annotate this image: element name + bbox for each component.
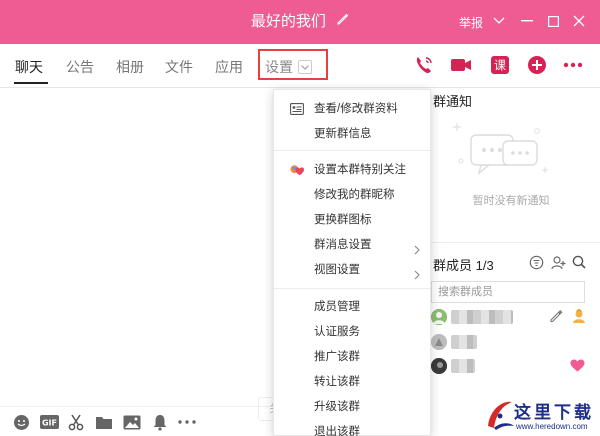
add-member-icon[interactable] — [549, 253, 567, 271]
menu-item-label: 修改我的群昵称 — [314, 189, 395, 201]
member-row[interactable] — [431, 308, 591, 331]
member-search-input[interactable]: 搜索群成员 — [431, 281, 585, 303]
scissors-icon[interactable] — [66, 412, 86, 432]
member-filter-icon[interactable] — [527, 253, 545, 271]
menu-item-quit-group[interactable]: 退出该群 — [274, 420, 430, 436]
tab-apps[interactable]: 应用 — [215, 57, 243, 77]
section-divider — [421, 242, 600, 243]
empty-notice-illustration — [447, 119, 557, 190]
tab-bar: 聊天 公告 相册 文件 应用 设置 课 — [0, 44, 600, 88]
watermark-url: www.heredown.com — [516, 422, 588, 431]
report-button[interactable]: 举报 — [459, 14, 483, 31]
avatar — [431, 358, 447, 374]
settings-menu: 查看/修改群资料 更新群信息 设置本群特别关注 修改我的群昵称 更换群图标 群消… — [273, 89, 431, 436]
edit-pencil-icon[interactable] — [336, 0, 349, 44]
tab-chat[interactable]: 聊天 — [15, 57, 43, 77]
bell-icon[interactable] — [150, 412, 170, 432]
menu-item-transfer-group[interactable]: 转让该群 — [274, 370, 430, 394]
menu-item-label: 更新群信息 — [314, 128, 372, 140]
menu-item-label: 成员管理 — [314, 301, 360, 313]
group-name: 最好的我们 — [250, 13, 326, 30]
menu-item-change-group-icon[interactable]: 更换群图标 — [274, 208, 430, 232]
menu-item-label: 查看/修改群资料 — [314, 103, 398, 115]
menu-item-upgrade-group[interactable]: 升级该群 — [274, 395, 430, 419]
search-icon[interactable] — [570, 253, 588, 271]
tab-announcement[interactable]: 公告 — [66, 57, 94, 77]
tab-album[interactable]: 相册 — [116, 57, 144, 77]
menu-item-certification[interactable]: 认证服务 — [274, 320, 430, 344]
menu-item-label: 升级该群 — [314, 401, 360, 413]
notice-title: 群通知 — [433, 94, 473, 109]
minimize-icon[interactable] — [516, 10, 538, 32]
menu-item-label: 推广该群 — [314, 351, 360, 363]
add-icon[interactable] — [524, 52, 550, 78]
member-name-blurred — [451, 359, 475, 373]
phone-call-icon[interactable] — [411, 52, 437, 78]
watermark-logo: 这里下载 www.heredown.com — [480, 392, 600, 436]
folder-icon[interactable] — [94, 412, 114, 432]
menu-item-special-care[interactable]: 设置本群特别关注 — [274, 158, 430, 182]
menu-item-view-edit-group-info[interactable]: 查看/修改群资料 — [274, 97, 430, 121]
member-name-blurred — [451, 335, 477, 349]
menu-item-edit-my-nickname[interactable]: 修改我的群昵称 — [274, 183, 430, 207]
video-call-icon[interactable] — [448, 52, 474, 78]
tab-settings-label: 设置 — [265, 59, 293, 75]
menu-item-label: 设置本群特别关注 — [314, 164, 406, 176]
tab-files[interactable]: 文件 — [165, 57, 193, 77]
svg-text:GIF: GIF — [41, 419, 56, 428]
emoji-icon[interactable] — [11, 412, 31, 432]
profile-card-icon — [290, 102, 304, 116]
menu-item-label: 退出该群 — [314, 426, 360, 436]
menu-item-promote-group[interactable]: 推广该群 — [274, 345, 430, 369]
avatar — [431, 309, 447, 325]
title-bar: 最好的我们 举报 — [0, 0, 600, 44]
menu-item-message-settings[interactable]: 群消息设置 — [274, 233, 430, 257]
owner-badge-icon — [571, 308, 587, 329]
gif-icon[interactable]: GIF — [39, 412, 59, 432]
menu-divider — [274, 288, 430, 289]
menu-divider — [274, 150, 430, 151]
watermark-emblem-icon — [488, 401, 514, 430]
window-title: 最好的我们 — [0, 0, 600, 44]
active-tab-underline — [14, 82, 48, 84]
member-name-blurred — [451, 310, 513, 324]
menu-item-view-settings[interactable]: 视图设置 — [274, 258, 430, 282]
chevron-down-icon — [298, 60, 312, 74]
maximize-icon[interactable] — [542, 10, 564, 32]
member-row[interactable] — [431, 334, 591, 356]
members-title: 群成员 1/3 — [433, 258, 494, 273]
menu-item-refresh-group-info[interactable]: 更新群信息 — [274, 122, 430, 146]
more-icon[interactable] — [177, 412, 197, 432]
menu-item-label: 视图设置 — [314, 264, 360, 276]
close-icon[interactable] — [568, 10, 590, 32]
chevron-right-icon — [414, 265, 420, 289]
member-row[interactable] — [431, 358, 591, 380]
menu-item-member-management[interactable]: 成员管理 — [274, 295, 430, 319]
menu-item-label: 群消息设置 — [314, 239, 372, 251]
avatar — [431, 334, 447, 350]
image-icon[interactable] — [122, 412, 142, 432]
chevron-down-icon[interactable] — [488, 10, 510, 32]
menu-item-label: 认证服务 — [314, 326, 360, 338]
heart-icon[interactable] — [570, 359, 585, 377]
notice-empty-text: 暂时没有新通知 — [472, 195, 550, 207]
lesson-icon[interactable]: 课 — [487, 52, 513, 78]
menu-item-label: 更换群图标 — [314, 214, 372, 226]
right-panel: 群通知 暂时没有新通知 群成员 1/3 搜索群成员 — [420, 89, 600, 436]
menu-item-label: 转让该群 — [314, 376, 360, 388]
special-care-icon — [290, 163, 304, 177]
svg-text:课: 课 — [494, 59, 506, 73]
more-icon[interactable] — [560, 52, 586, 78]
watermark-text: 这里下载 — [514, 403, 594, 423]
tab-settings[interactable]: 设置 — [265, 57, 312, 77]
edit-pencil-icon[interactable] — [549, 309, 563, 328]
